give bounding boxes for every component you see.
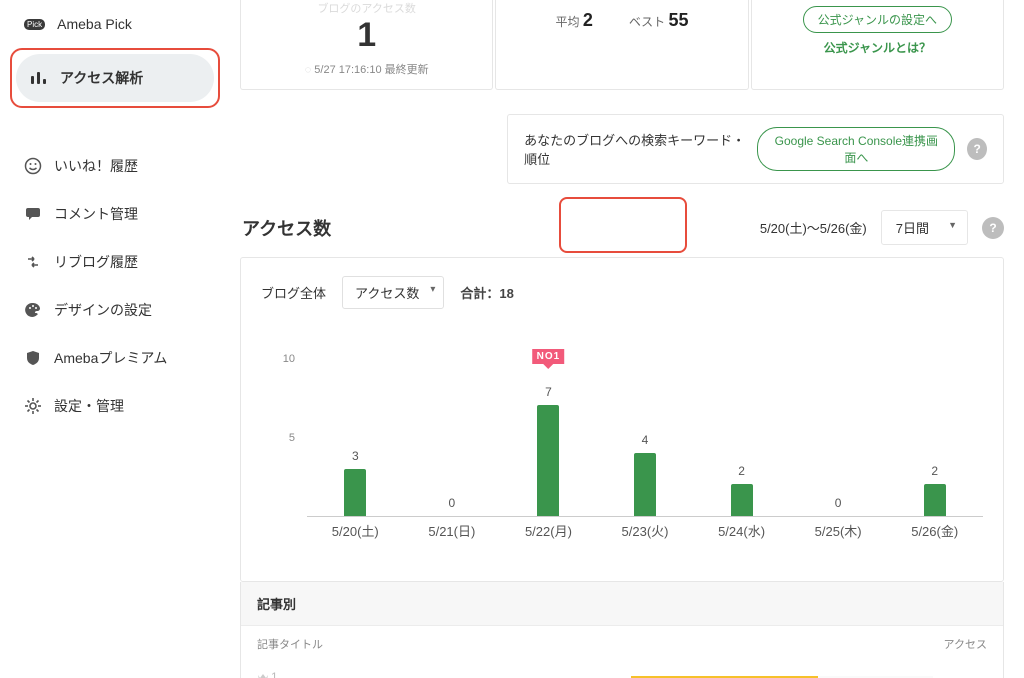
article-header: 記事別 (241, 582, 1003, 626)
crown-icon (257, 671, 269, 678)
metric-select[interactable]: アクセス数 (342, 276, 444, 309)
palette-icon (24, 301, 42, 319)
sidebar-item-label: 設定・管理 (54, 396, 124, 416)
sidebar-item-premium[interactable]: Amebaプレミアム (10, 334, 220, 382)
x-label: 5/25(木) (815, 521, 862, 540)
sidebar-item-label: リブログ履歴 (54, 252, 138, 272)
comment-icon (24, 205, 42, 223)
bar[interactable] (344, 469, 366, 517)
bar[interactable] (924, 484, 946, 516)
card-blog-access: ブログのアクセス数 1 ◌ 5/27 17:16:10 最終更新 (240, 0, 493, 90)
total: 合計：18 (460, 283, 513, 302)
card-avg-best: 平均 2 ベスト 55 (495, 0, 748, 90)
bar-value: 2 (738, 464, 745, 478)
bar-value: 0 (449, 496, 456, 510)
bar-value: 3 (352, 449, 359, 463)
chart-tab: ブログ全体 (261, 283, 326, 302)
col-title: 記事タイトル (257, 636, 323, 652)
article-row[interactable]: 1 43.8% 7 (241, 662, 1003, 678)
article-card: 記事別 記事タイトル アクセス 1 43.8% (240, 582, 1004, 678)
sidebar-item-like[interactable]: いいね！履歴 (10, 142, 220, 190)
highlight-access-analysis: アクセス解析 (10, 48, 220, 108)
bar[interactable]: NO1 (537, 405, 559, 516)
genre-settings-button[interactable]: 公式ジャンルの設定へ (803, 6, 952, 33)
sidebar-item-label: コメント管理 (54, 204, 138, 224)
reblog-icon (24, 253, 42, 271)
sidebar: Pick Ameba Pick アクセス解析 いいね！履歴 コメント管理 リブロ… (0, 0, 230, 678)
sidebar-item-label: アクセス解析 (60, 68, 143, 88)
pick-icon: Pick (24, 19, 45, 30)
section-title: アクセス数 (242, 215, 331, 241)
bar[interactable] (634, 453, 656, 516)
date-range: 5/20(土)～5/26(金) (760, 218, 867, 237)
x-label: 5/23(火) (622, 521, 669, 540)
bar-value: 7 (545, 385, 552, 399)
sidebar-item-pick[interactable]: Pick Ameba Pick (10, 0, 220, 48)
bar[interactable] (731, 484, 753, 516)
rank-badge: 1 (257, 670, 617, 678)
sidebar-item-access[interactable]: アクセス解析 (16, 54, 214, 102)
smile-icon (24, 157, 42, 175)
gsc-text: あなたのブログへの検索キーワード・順位 (524, 130, 745, 168)
bar-value: 4 (642, 433, 649, 447)
help-icon[interactable]: ? (982, 217, 1004, 239)
sidebar-item-settings[interactable]: 設定・管理 (10, 382, 220, 430)
genre-what-link[interactable]: 公式ジャンルとは？ (824, 39, 931, 56)
x-label: 5/24(水) (718, 521, 765, 540)
bar-value: 0 (835, 496, 842, 510)
period-select[interactable]: 7日間 (881, 210, 968, 245)
x-label: 5/21(日) (428, 521, 475, 540)
help-icon[interactable]: ? (967, 138, 987, 160)
main-content: ブログのアクセス数 1 ◌ 5/27 17:16:10 最終更新 平均 2 ベス… (230, 0, 1024, 678)
sidebar-item-label: いいね！履歴 (54, 156, 138, 176)
gsc-link-button[interactable]: Google Search Console連携画面へ (757, 127, 955, 171)
access-value: 1 (241, 16, 492, 55)
x-label: 5/22(月) (525, 521, 572, 540)
best-kpi: ベスト 55 (629, 10, 689, 31)
sidebar-item-comment[interactable]: コメント管理 (10, 190, 220, 238)
sidebar-item-label: Ameba Pick (57, 16, 132, 32)
card-title: ブログのアクセス数 (241, 0, 492, 16)
updated-label: ◌ 5/27 17:16:10 最終更新 (241, 61, 492, 77)
bar-chart: 510 35/20(土)05/21(日)NO175/22(月)45/23(火)2… (261, 327, 983, 547)
col-access: アクセス (944, 636, 987, 652)
chart-card: ブログ全体 アクセス数 合計：18 510 35/20(土)05/21(日)NO… (240, 257, 1004, 582)
no1-badge: NO1 (533, 349, 565, 364)
card-genre: 公式ジャンルの設定へ 公式ジャンルとは？ (751, 0, 1004, 90)
sidebar-item-design[interactable]: デザインの設定 (10, 286, 220, 334)
x-label: 5/26(金) (911, 521, 958, 540)
sidebar-item-label: デザインの設定 (54, 300, 152, 320)
shield-icon (24, 349, 42, 367)
gear-icon (24, 397, 42, 415)
x-label: 5/20(土) (332, 521, 379, 540)
bar-value: 2 (931, 464, 938, 478)
sidebar-item-label: Amebaプレミアム (54, 348, 167, 368)
avg-kpi: 平均 2 (555, 10, 592, 31)
gsc-card: あなたのブログへの検索キーワード・順位 Google Search Consol… (507, 114, 1004, 184)
sidebar-item-reblog[interactable]: リブログ履歴 (10, 238, 220, 286)
chart-icon (30, 69, 48, 87)
